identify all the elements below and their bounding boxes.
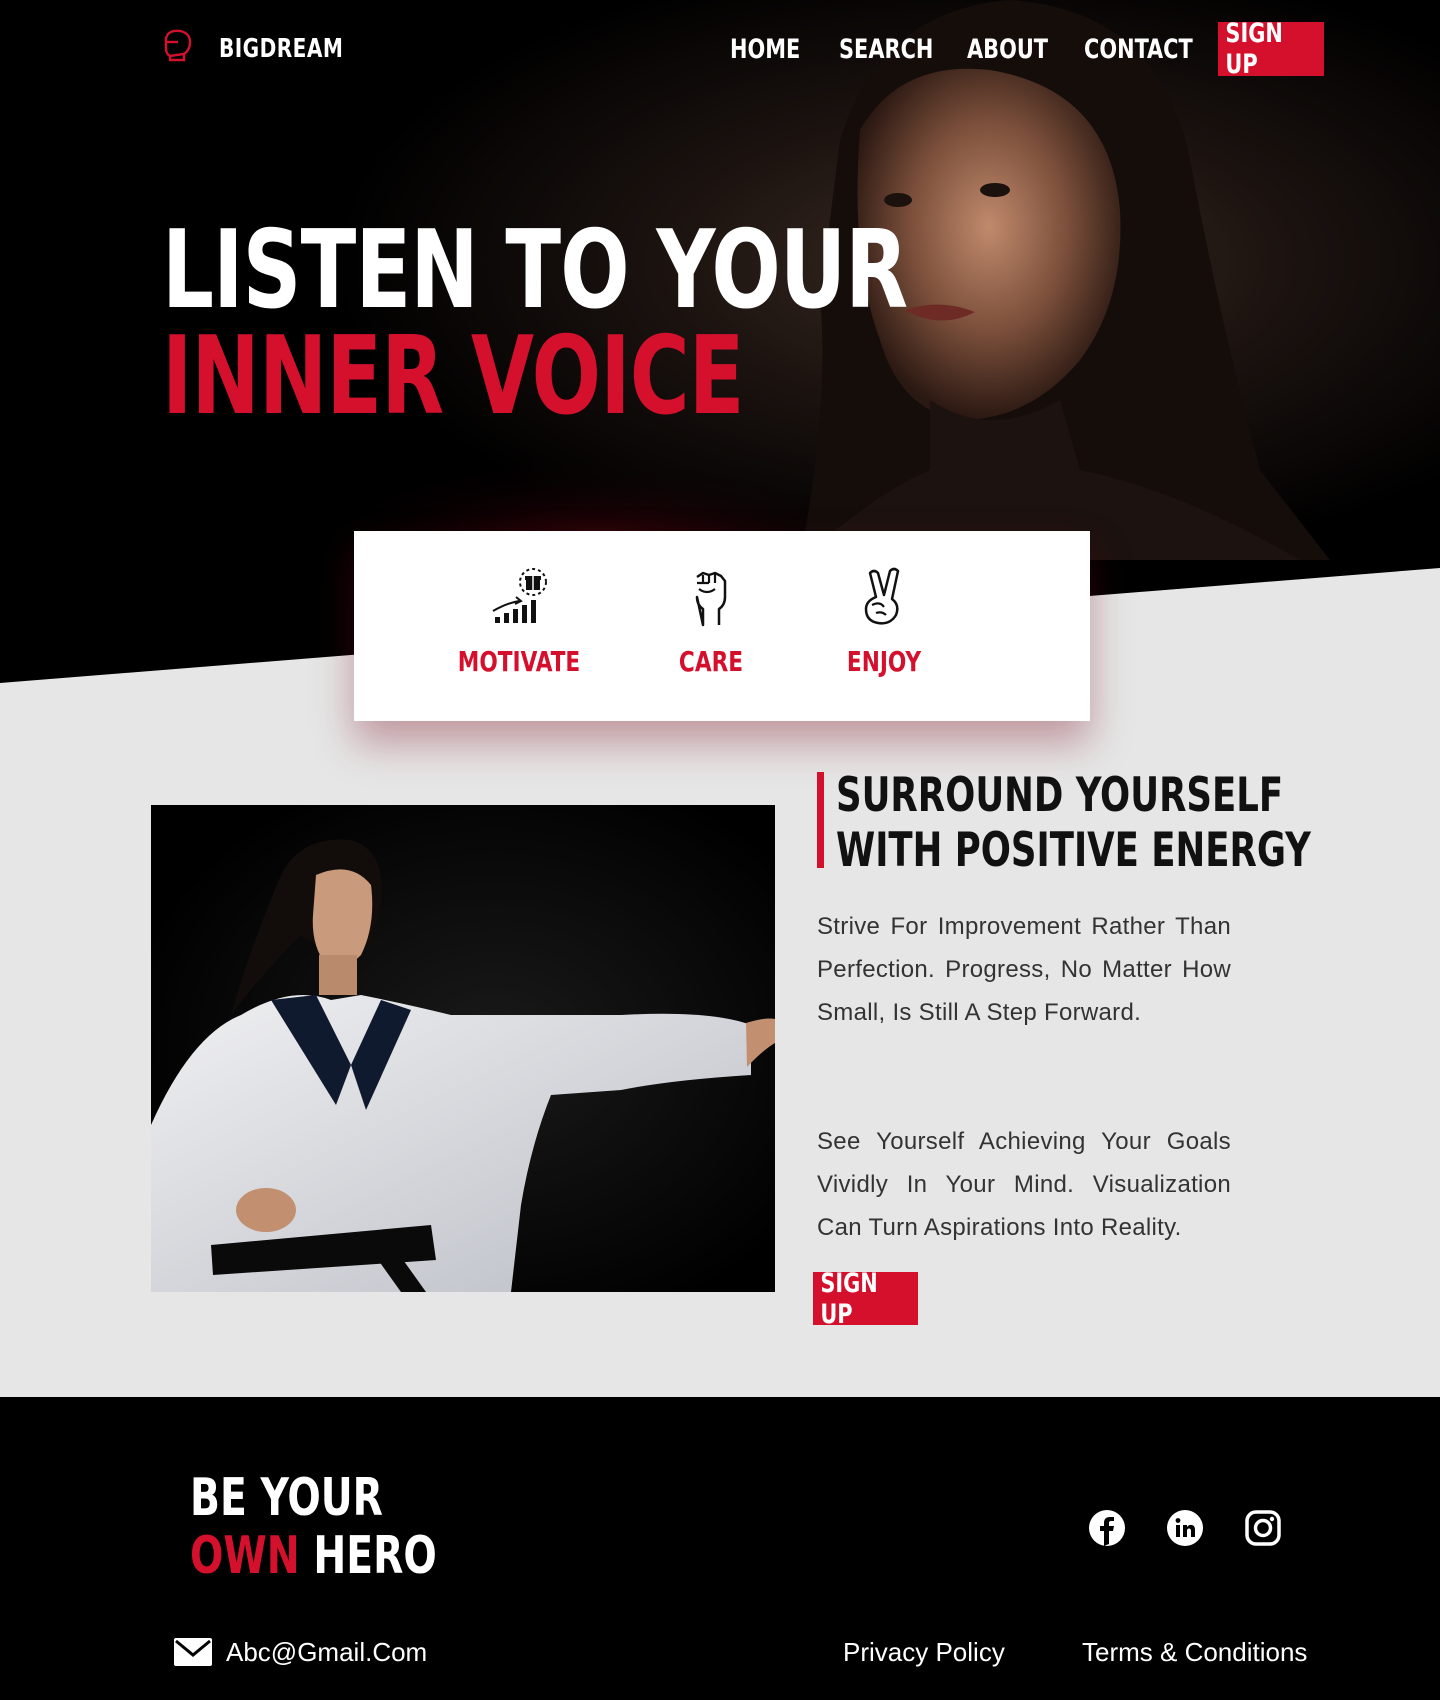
privacy-policy-link[interactable]: Privacy Policy (843, 1637, 1005, 1668)
nav-signup-label: SIGN UP (1225, 18, 1283, 80)
nav-signup-button[interactable]: SIGN UP (1218, 18, 1324, 80)
title-accent-bar (817, 772, 824, 868)
section-paragraph-2: See Yourself Achieving Your Goals Vividl… (817, 1128, 1231, 1241)
tagline-own: OWN (190, 1526, 300, 1586)
feature-motivate[interactable]: MOTIVATE (439, 567, 599, 678)
terms-link[interactable]: Terms & Conditions (1082, 1637, 1307, 1668)
top-navigation: BIGDREAM HOME SEARCH ABOUT CONTACT SIGN … (0, 18, 1440, 80)
tagline-line1: BE YOUR (190, 1468, 383, 1528)
nav-about[interactable]: ABOUT (967, 34, 1048, 65)
brand-name[interactable]: BIGDREAM (219, 34, 343, 64)
section-title-line1: SURROUND YOURSELF (836, 768, 1284, 823)
nav-home[interactable]: HOME (730, 34, 800, 65)
feature-enjoy[interactable]: ENJOY (804, 567, 964, 678)
instagram-icon[interactable] (1243, 1508, 1283, 1548)
growth-chart-gift-icon (492, 568, 547, 623)
section-title-line2: WITH POSITIVE ENERGY (836, 823, 1311, 878)
footer: BE YOUR OWN HERO Abc@Gmail.Com Privacy P… (0, 1397, 1440, 1700)
section-paragraph-1: Strive For Improvement Rather Than Perfe… (817, 913, 1231, 1026)
raised-fist-icon (695, 571, 727, 627)
feature-care[interactable]: CARE (631, 567, 791, 678)
boxing-glove-icon[interactable] (160, 28, 194, 62)
nav-contact[interactable]: CONTACT (1084, 34, 1193, 65)
feature-label: CARE (678, 645, 744, 678)
headline-line1: LISTEN TO YOUR (162, 208, 908, 333)
section-title: SURROUND YOURSELF WITH POSITIVE ENERGY (836, 768, 1401, 878)
headline-line2: INNER VOICE (162, 314, 745, 439)
feature-card: MOTIVATE CARE ENJOY (354, 531, 1090, 721)
hero-headline: LISTEN TO YOUR INNER VOICE (162, 208, 1049, 439)
linkedin-icon[interactable] (1165, 1508, 1205, 1548)
tagline-hero: HERO (313, 1526, 437, 1586)
feature-label: MOTIVATE (457, 645, 581, 678)
footer-email[interactable]: Abc@Gmail.Com (226, 1637, 427, 1668)
section-signup-button[interactable]: SIGN UP (813, 1268, 918, 1330)
feature-label: ENJOY (846, 645, 922, 678)
peace-hand-icon (864, 567, 900, 625)
karate-woman-photo (151, 805, 775, 1292)
nav-search[interactable]: SEARCH (839, 34, 933, 65)
mail-icon (174, 1638, 212, 1666)
footer-tagline: BE YOUR OWN HERO (190, 1469, 484, 1585)
section-signup-label: SIGN UP (820, 1267, 878, 1330)
facebook-icon[interactable] (1087, 1508, 1127, 1548)
